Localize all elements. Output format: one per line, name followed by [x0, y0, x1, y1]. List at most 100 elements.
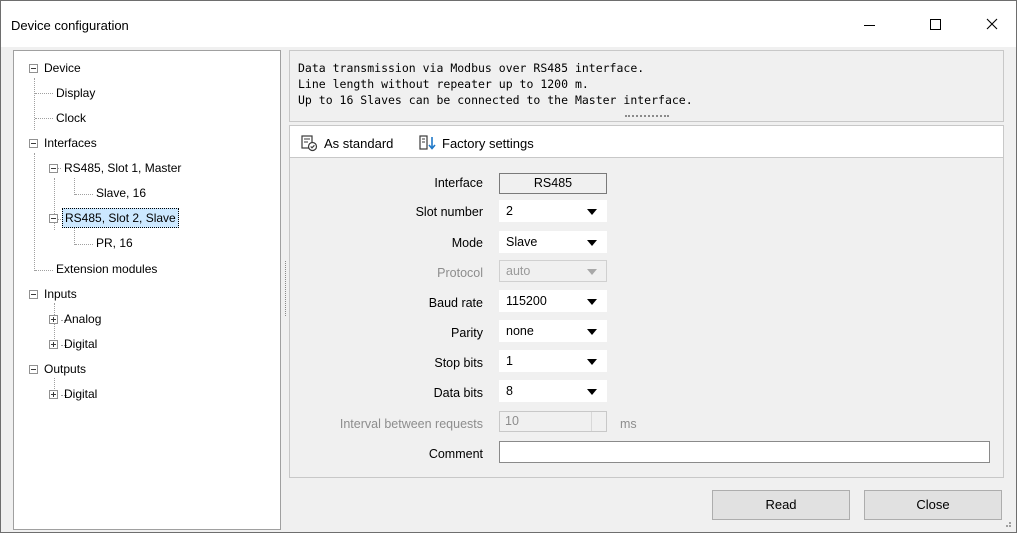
tree-node-rs485-slot1[interactable]: RS485, Slot 1, Master: [14, 158, 274, 178]
expand-icon[interactable]: [49, 390, 58, 399]
tree-node-display[interactable]: Display: [14, 83, 274, 103]
baud-rate-value: 115200: [506, 294, 547, 308]
slot-number-label: Slot number: [415, 205, 483, 219]
tree-node-device[interactable]: Device: [14, 58, 274, 78]
data-bits-value: 8: [506, 384, 513, 398]
close-window-button[interactable]: [969, 1, 1015, 47]
collapse-icon[interactable]: [29, 64, 38, 73]
interface-value: RS485: [499, 173, 607, 194]
title-bar: Device configuration: [1, 1, 1016, 47]
mode-select[interactable]: Slave: [499, 231, 607, 253]
panel-resize-grip[interactable]: [625, 115, 669, 117]
collapse-icon[interactable]: [49, 214, 58, 223]
minimize-button[interactable]: [846, 1, 892, 47]
stop-bits-label: Stop bits: [434, 356, 483, 370]
stop-bits-value: 1: [506, 354, 513, 368]
dropdown-arrow-icon: [587, 299, 597, 305]
tree-node-analog[interactable]: Analog: [14, 309, 274, 329]
maximize-icon: [929, 18, 941, 30]
tree-node-digital-inputs[interactable]: Digital: [14, 334, 274, 354]
tree-node-outputs[interactable]: Outputs: [14, 359, 274, 379]
protocol-label: Protocol: [437, 266, 483, 280]
tree-node-slave-16[interactable]: Slave, 16: [14, 183, 274, 203]
protocol-value: auto: [506, 264, 531, 278]
config-panel: As standard Factory settings Interface R…: [289, 125, 1004, 478]
mode-value: Slave: [506, 235, 538, 249]
close-icon: [986, 18, 998, 30]
tree-node-interfaces[interactable]: Interfaces: [14, 133, 274, 153]
info-line: Line length without repeater up to 1200 …: [298, 77, 589, 91]
collapse-icon[interactable]: [29, 365, 38, 374]
slot-number-select[interactable]: 2: [499, 200, 607, 222]
config-toolbar: As standard Factory settings: [290, 126, 1003, 158]
device-tree[interactable]: Device Display Clock Interfaces RS485, S…: [13, 50, 281, 530]
dropdown-arrow-icon: [587, 329, 597, 335]
expand-icon[interactable]: [49, 315, 58, 324]
resize-grip-icon[interactable]: [1002, 518, 1012, 528]
info-panel: Data transmission via Modbus over RS485 …: [289, 50, 1004, 122]
tree-node-label: Digital: [64, 337, 98, 351]
tree-node-label: Inputs: [44, 287, 77, 301]
tree-node-label: PR, 16: [96, 236, 133, 250]
protocol-select: auto: [499, 260, 607, 282]
tree-node-label: Device: [44, 61, 81, 75]
tree-node-label: Analog: [64, 312, 102, 326]
as-standard-label: As standard: [324, 135, 394, 151]
dropdown-arrow-icon: [587, 269, 597, 275]
factory-settings-icon: [419, 135, 436, 150]
baud-rate-select[interactable]: 115200: [499, 290, 607, 312]
dropdown-arrow-icon: [587, 209, 597, 215]
tree-node-label: Interfaces: [44, 136, 97, 150]
expand-icon[interactable]: [49, 340, 58, 349]
dropdown-arrow-icon: [587, 240, 597, 246]
splitter-grip[interactable]: [285, 261, 287, 316]
tree-node-digital-outputs[interactable]: Digital: [14, 384, 274, 404]
tree-node-extension-modules[interactable]: Extension modules: [14, 259, 274, 279]
window-title: Device configuration: [11, 18, 129, 33]
tree-node-label: RS485, Slot 1, Master: [64, 161, 182, 175]
interval-label: Interval between requests: [339, 417, 483, 431]
comment-label: Comment: [428, 447, 483, 461]
tree-node-pr-16[interactable]: PR, 16: [14, 233, 274, 253]
tree-node-label: Clock: [56, 111, 87, 125]
interface-label: Interface: [434, 176, 483, 190]
as-standard-icon: [301, 135, 318, 152]
collapse-icon[interactable]: [29, 290, 38, 299]
slot-number-value: 2: [506, 204, 513, 218]
parity-label: Parity: [451, 326, 483, 340]
collapse-icon[interactable]: [29, 139, 38, 148]
interval-value: 10: [505, 414, 519, 428]
data-bits-select[interactable]: 8: [499, 380, 607, 402]
as-standard-button[interactable]: As standard: [300, 133, 393, 153]
baud-rate-label: Baud rate: [428, 296, 483, 310]
parity-select[interactable]: none: [499, 320, 607, 342]
mode-label: Mode: [451, 236, 483, 250]
tree-node-label: Digital: [64, 387, 98, 401]
stop-bits-select[interactable]: 1: [499, 350, 607, 372]
collapse-icon[interactable]: [49, 164, 58, 173]
minimize-icon: [863, 24, 875, 26]
tree-node-label: Outputs: [44, 362, 87, 376]
tree-node-label: Extension modules: [56, 262, 158, 276]
tree-node-rs485-slot2[interactable]: RS485, Slot 2, Slave: [14, 208, 274, 228]
tree-node-clock[interactable]: Clock: [14, 108, 274, 128]
interval-spinner: 10: [499, 411, 607, 432]
dropdown-arrow-icon: [587, 359, 597, 365]
info-line: Up to 16 Slaves can be connected to the …: [298, 93, 693, 107]
tree-node-label: Slave, 16: [96, 186, 147, 200]
tree-node-inputs[interactable]: Inputs: [14, 284, 274, 304]
interval-unit: ms: [620, 417, 637, 431]
comment-input[interactable]: [499, 441, 990, 463]
data-bits-label: Data bits: [433, 386, 483, 400]
factory-settings-button[interactable]: Factory settings: [418, 133, 534, 153]
dropdown-arrow-icon: [587, 389, 597, 395]
parity-value: none: [506, 324, 534, 338]
tree-node-label: Display: [56, 86, 96, 100]
device-configuration-window: Device configuration Device Display Cloc…: [0, 0, 1017, 533]
info-line: Data transmission via Modbus over RS485 …: [298, 61, 645, 75]
factory-settings-label: Factory settings: [442, 135, 534, 151]
tree-node-label: RS485, Slot 2, Slave: [62, 208, 179, 228]
maximize-button[interactable]: [912, 1, 958, 47]
close-button[interactable]: Close: [864, 490, 1002, 520]
read-button[interactable]: Read: [712, 490, 850, 520]
